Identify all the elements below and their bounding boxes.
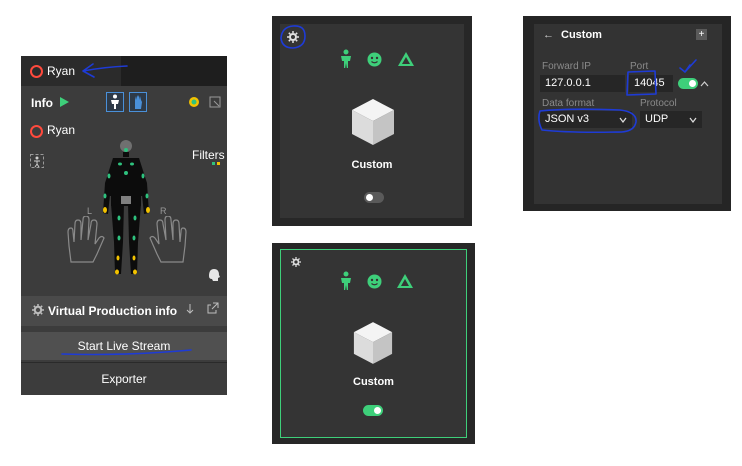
stream-toggle-off[interactable] — [364, 192, 384, 203]
settings-gear-icon[interactable] — [291, 257, 301, 267]
body-stream-icon[interactable] — [340, 49, 352, 69]
device-card-on: Custom — [272, 243, 475, 444]
face-stream-icon[interactable] — [367, 274, 382, 289]
annotation-gear-circle — [280, 25, 306, 49]
device-name-label: Custom — [351, 159, 393, 171]
prop-stream-icon[interactable] — [396, 273, 414, 289]
annotation-marks-custom — [538, 59, 697, 134]
prop-stream-icon[interactable] — [397, 51, 415, 67]
device-name-label: Custom — [353, 376, 394, 388]
stream-toggle-on[interactable] — [363, 405, 383, 416]
annotation-marks-left — [61, 63, 192, 356]
body-stream-icon[interactable] — [340, 271, 352, 291]
face-stream-icon[interactable] — [367, 52, 382, 67]
device-cube-icon — [352, 99, 394, 145]
device-cube-icon — [353, 322, 393, 364]
add-icon[interactable]: + — [696, 29, 707, 40]
